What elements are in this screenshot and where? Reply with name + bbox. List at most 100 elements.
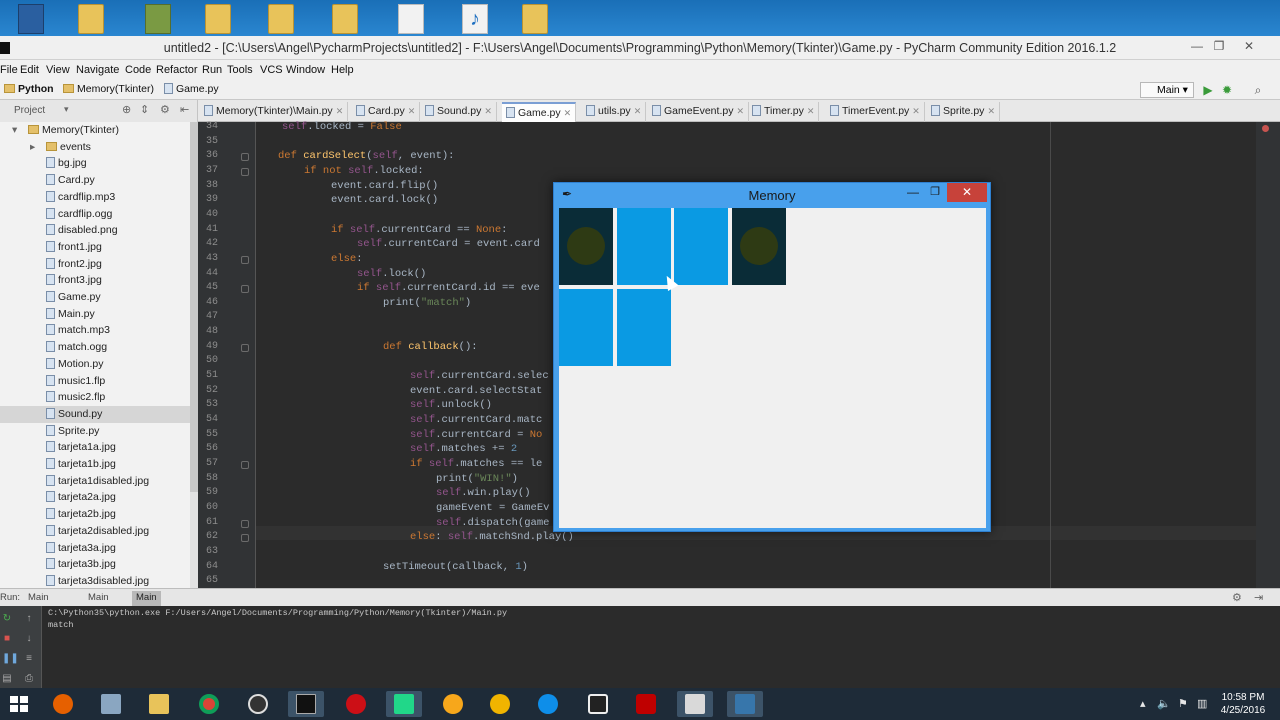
tree-file[interactable]: cardflip.mp3: [0, 189, 198, 206]
tree-file[interactable]: Main.py: [0, 306, 198, 323]
hide-panel-icon[interactable]: ⇥: [1254, 591, 1263, 604]
rerun-icon[interactable]: ↻: [2, 614, 12, 624]
tree-file[interactable]: Motion.py: [0, 356, 198, 373]
pause-icon[interactable]: ❚❚: [2, 654, 19, 664]
tree-file[interactable]: front1.jpg: [0, 239, 198, 256]
tree-file[interactable]: front3.jpg: [0, 272, 198, 289]
down-arrow-icon[interactable]: ↓: [24, 634, 34, 644]
run-tab[interactable]: Main: [132, 591, 161, 606]
computer-desktop-icon[interactable]: [18, 4, 44, 34]
tree-file[interactable]: Sprite.py: [0, 423, 198, 440]
run-console[interactable]: [0, 606, 1280, 688]
network-icon[interactable]: ▥: [1197, 697, 1207, 710]
up-arrow-icon[interactable]: ↑: [24, 614, 34, 624]
menu-file[interactable]: File: [0, 64, 18, 76]
close-button[interactable]: ✕: [947, 183, 987, 202]
tree-root[interactable]: ▾ Memory(Tkinter): [0, 122, 198, 139]
print-icon[interactable]: ⎙: [24, 674, 34, 684]
volume-icon[interactable]: 🔈: [1157, 697, 1171, 710]
tree-file[interactable]: match.mp3: [0, 322, 198, 339]
close-tab-icon[interactable]: ✕: [807, 106, 815, 116]
maximize-button[interactable]: ❐: [926, 185, 944, 203]
run-configuration-select[interactable]: Main ▾: [1140, 82, 1194, 98]
game-canvas[interactable]: [559, 208, 986, 528]
close-tab-icon[interactable]: ✕: [564, 108, 572, 118]
menu-help[interactable]: Help: [331, 64, 354, 76]
document-desktop-icon[interactable]: [398, 4, 424, 34]
run-tab[interactable]: Main: [84, 591, 113, 606]
inkscape-taskbar-button[interactable]: [240, 691, 276, 717]
tree-file[interactable]: tarjeta1b.jpg: [0, 456, 198, 473]
project-view-select[interactable]: Project: [14, 105, 45, 116]
menu-refactor[interactable]: Refactor: [156, 64, 198, 76]
breadcrumb-python[interactable]: Python: [4, 83, 54, 97]
debug-icon[interactable]: ✹: [1220, 83, 1234, 97]
start-button[interactable]: [10, 696, 28, 712]
tab-main[interactable]: Memory(Tkinter)\Main.py ✕: [200, 102, 349, 122]
menu-edit[interactable]: Edit: [20, 64, 39, 76]
tab-sound[interactable]: Sound.py ✕: [421, 102, 497, 122]
gear-icon[interactable]: ⚙: [160, 103, 170, 116]
python-taskbar-button[interactable]: [727, 691, 763, 717]
taskbar-clock[interactable]: 10:58 PM 4/25/2016: [1210, 691, 1276, 717]
music-file-desktop-icon[interactable]: ♪: [462, 4, 488, 34]
memory-card-face-down[interactable]: [674, 208, 728, 285]
terminal-taskbar-button[interactable]: [288, 691, 324, 717]
chevron-right-icon[interactable]: ▸: [30, 141, 35, 153]
close-tab-icon[interactable]: ✕: [484, 106, 492, 116]
tab-game[interactable]: Game.py ✕: [502, 102, 577, 122]
menu-view[interactable]: View: [46, 64, 70, 76]
close-tab-icon[interactable]: ✕: [736, 106, 744, 116]
pycharm-taskbar-button[interactable]: [386, 691, 422, 717]
minimize-button[interactable]: —: [904, 185, 922, 203]
close-tab-icon[interactable]: ✕: [336, 106, 344, 116]
fold-marker-icon[interactable]: [241, 167, 249, 176]
explorer-taskbar-button[interactable]: [93, 691, 129, 717]
close-tab-icon[interactable]: ✕: [912, 106, 920, 116]
fold-marker-icon[interactable]: [241, 534, 249, 543]
hide-panel-icon[interactable]: ⇤: [180, 103, 189, 116]
tab-timerevent[interactable]: TimerEvent.py ✕: [826, 102, 925, 122]
breadcrumb-project[interactable]: Memory(Tkinter): [63, 83, 154, 97]
memory-card-face-down[interactable]: [617, 208, 671, 285]
tree-file[interactable]: bg.jpg: [0, 155, 198, 172]
collapse-all-icon[interactable]: ⇕: [140, 103, 149, 116]
search-icon[interactable]: ⌕: [1251, 83, 1265, 97]
tree-file[interactable]: tarjeta2b.jpg: [0, 506, 198, 523]
tree-scrollbar-thumb[interactable]: [190, 122, 198, 492]
folder-desktop-icon[interactable]: [78, 4, 104, 34]
firefox-taskbar-button[interactable]: [45, 691, 81, 717]
fold-marker-icon[interactable]: [241, 519, 249, 528]
fold-marker-icon[interactable]: [241, 153, 249, 162]
tree-file[interactable]: tarjeta1a.jpg: [0, 439, 198, 456]
gear-icon[interactable]: ⚙: [1232, 591, 1242, 604]
memory-card-face-up[interactable]: [732, 208, 786, 285]
tree-file[interactable]: tarjeta1disabled.jpg: [0, 473, 198, 490]
tree-folder-events[interactable]: ▸ events: [0, 139, 198, 156]
tree-file[interactable]: disabled.png: [0, 222, 198, 239]
tab-gameevent[interactable]: GameEvent.py ✕: [648, 102, 749, 122]
tab-timer[interactable]: Timer.py ✕: [748, 102, 820, 122]
folder-taskbar-button[interactable]: [141, 691, 177, 717]
archive-desktop-icon[interactable]: [145, 4, 171, 34]
close-tab-icon[interactable]: ✕: [408, 106, 416, 116]
tab-utils[interactable]: utils.py ✕: [582, 102, 647, 122]
close-tab-icon[interactable]: ✕: [987, 106, 995, 116]
tree-file[interactable]: tarjeta3b.jpg: [0, 556, 198, 573]
window-taskbar-button[interactable]: [677, 691, 713, 717]
tree-file[interactable]: tarjeta2disabled.jpg: [0, 523, 198, 540]
memory-card-face-down[interactable]: [617, 289, 671, 366]
close-tab-icon[interactable]: ✕: [634, 106, 642, 116]
chevron-down-icon[interactable]: ▾: [12, 124, 17, 136]
tree-file[interactable]: music2.flp: [0, 389, 198, 406]
show-hidden-icons[interactable]: ▴: [1140, 697, 1146, 710]
scroll-from-source-icon[interactable]: ⊕: [122, 103, 131, 116]
fold-marker-icon[interactable]: [241, 255, 249, 264]
menu-navigate[interactable]: Navigate: [76, 64, 119, 76]
tree-file[interactable]: Sound.py: [0, 405, 198, 423]
audio-taskbar-button[interactable]: [482, 691, 518, 717]
breadcrumb-file[interactable]: Game.py: [164, 83, 219, 97]
menu-tools[interactable]: Tools: [227, 64, 253, 76]
run-tab[interactable]: Main: [24, 591, 53, 606]
tab-sprite[interactable]: Sprite.py ✕: [927, 102, 1000, 122]
